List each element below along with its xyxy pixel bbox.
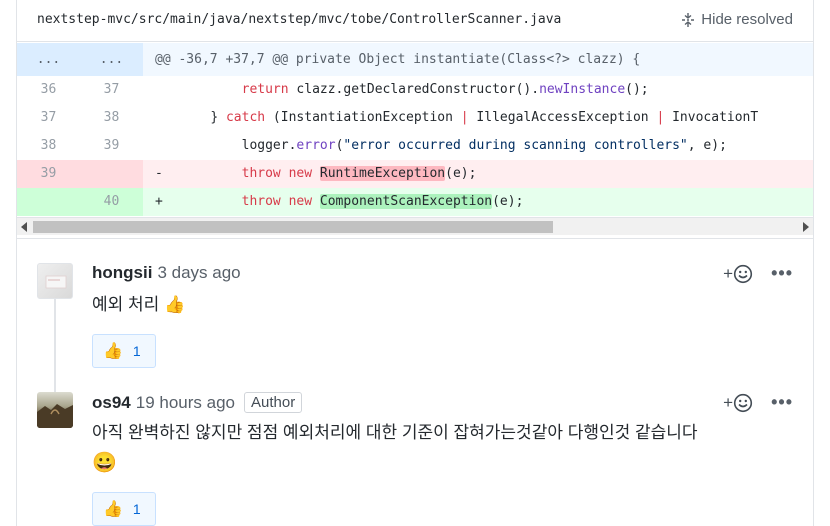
new-line-number[interactable]: 40 [80, 188, 143, 216]
comment-author[interactable]: hongsii [92, 263, 152, 283]
diff-line-deleted: 39 - throw new RuntimeException(e); [17, 160, 813, 188]
grinning-emoji: 😀 [92, 452, 117, 474]
scroll-right-arrow-icon[interactable] [803, 222, 809, 232]
comment-body: 아직 완벽하진 않지만 점점 예외처리에 대한 기준이 잡혀가는것같아 다행인것… [92, 419, 698, 477]
scroll-left-arrow-icon[interactable] [21, 222, 27, 232]
hunk-header[interactable]: ... ... @@ -36,7 +37,7 @@ private Object… [17, 43, 813, 76]
comment-meta: os94 19 hours ago Author [92, 392, 303, 413]
old-line-number[interactable]: 38 [17, 132, 80, 160]
comment-thread: hongsii 3 days ago + ••• 예외 처리 👍 👍 1 os9… [17, 238, 813, 526]
added-token: ComponentScanException [319, 194, 493, 209]
reaction-count: 1 [132, 343, 141, 359]
old-line-number[interactable] [17, 188, 80, 216]
comment-actions: + ••• [723, 392, 793, 413]
diff-line-added: 40 + throw new ComponentScanException(e)… [17, 188, 813, 216]
code-line: logger.error("error occurred during scan… [241, 138, 727, 153]
new-line-number[interactable]: 37 [80, 76, 143, 104]
add-reaction-button[interactable]: + [723, 264, 753, 284]
author-badge: Author [244, 392, 303, 413]
kebab-horizontal-icon[interactable]: ••• [771, 263, 793, 284]
avatar-image [45, 275, 67, 289]
diff-table: ... ... @@ -36,7 +37,7 @@ private Object… [17, 43, 813, 216]
scrollbar-thumb[interactable] [33, 221, 553, 233]
comment-meta: hongsii 3 days ago [92, 263, 241, 283]
hide-resolved-button[interactable]: Hide resolved [680, 11, 793, 28]
code-line: return clazz.getDeclaredConstructor().ne… [241, 82, 649, 97]
deleted-token: RuntimeException [319, 166, 446, 181]
thumbs-up-icon: 👍 [103, 501, 123, 518]
comment-author[interactable]: os94 [92, 393, 131, 413]
thumbs-up-icon: 👍 [103, 343, 123, 360]
smiley-plus-icon [733, 264, 753, 283]
review-thread-card: nextstep-mvc/src/main/java/nextstep/mvc/… [16, 0, 814, 526]
reaction-thumbs-up-button[interactable]: 👍 1 [92, 334, 156, 368]
avatar-image [37, 404, 73, 428]
old-line-number[interactable]: 36 [17, 76, 80, 104]
add-reaction-button[interactable]: + [723, 393, 753, 413]
comment-body: 예외 처리 👍 [92, 291, 185, 319]
old-line-number[interactable]: 37 [17, 104, 80, 132]
new-line-number[interactable]: 39 [80, 132, 143, 160]
reaction-thumbs-up-button[interactable]: 👍 1 [92, 492, 156, 526]
horizontal-scrollbar[interactable] [17, 217, 813, 235]
smiley-plus-icon [733, 393, 753, 412]
thumbs-up-emoji: 👍 [164, 295, 186, 314]
file-path[interactable]: nextstep-mvc/src/main/java/nextstep/mvc/… [37, 12, 561, 27]
comment-timestamp[interactable]: 19 hours ago [136, 393, 235, 413]
expand-down-button[interactable]: ... [80, 43, 143, 76]
hide-resolved-label: Hide resolved [701, 11, 793, 28]
new-line-number[interactable]: 38 [80, 104, 143, 132]
diff-marker: - [155, 166, 163, 181]
code-line: + throw new ComponentScanException(e); [143, 188, 813, 216]
avatar[interactable] [37, 263, 73, 299]
code-line: } catch (InstantiationException | Illega… [210, 110, 759, 125]
comment-text: 아직 완벽하진 않지만 점점 예외처리에 대한 기준이 잡혀가는것같아 다행인것… [92, 423, 698, 442]
new-line-number[interactable] [80, 160, 143, 188]
diff-marker: + [155, 194, 163, 209]
code-line: - throw new RuntimeException(e); [143, 160, 813, 188]
reaction-count: 1 [132, 501, 141, 517]
diff-line: 37 38 } catch (InstantiationException | … [17, 104, 813, 132]
expand-up-button[interactable]: ... [17, 43, 80, 76]
kebab-horizontal-icon[interactable]: ••• [771, 392, 793, 413]
hunk-text: @@ -36,7 +37,7 @@ private Object instant… [155, 52, 641, 67]
diff-line: 36 37 return clazz.getDeclaredConstructo… [17, 76, 813, 104]
avatar[interactable] [37, 392, 73, 428]
diff-line: 38 39 logger.error("error occurred durin… [17, 132, 813, 160]
comment-actions: + ••• [723, 263, 793, 284]
old-line-number[interactable]: 39 [17, 160, 80, 188]
comment-timestamp[interactable]: 3 days ago [157, 263, 240, 283]
fold-icon [682, 12, 695, 27]
thread-connector [54, 299, 56, 399]
file-header: nextstep-mvc/src/main/java/nextstep/mvc/… [17, 0, 813, 42]
comment-text: 예외 처리 [92, 295, 160, 314]
